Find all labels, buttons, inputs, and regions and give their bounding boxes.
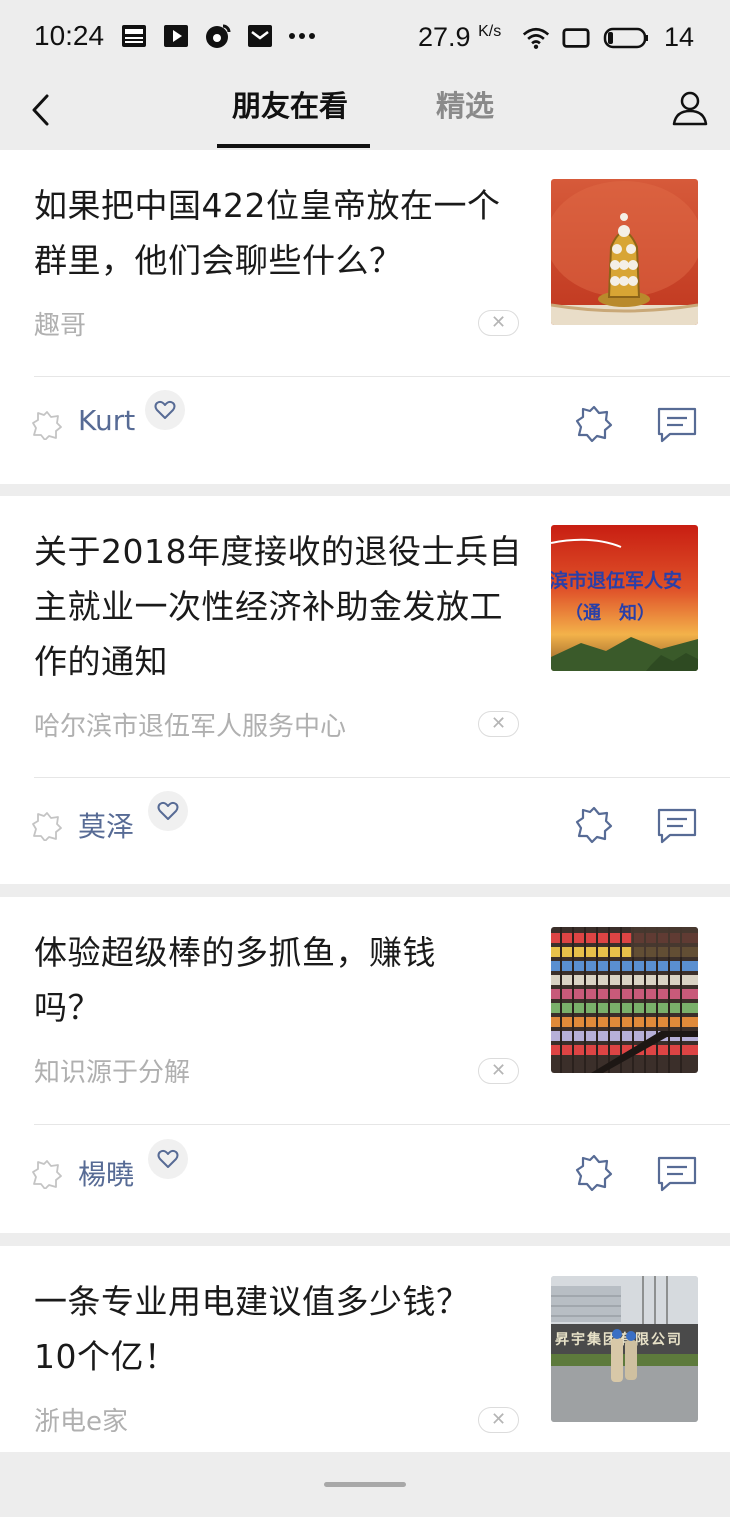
card-divider bbox=[34, 376, 730, 377]
close-icon: ✕ bbox=[490, 713, 507, 734]
friend-wow-icon bbox=[32, 1160, 62, 1189]
active-tab-indicator bbox=[217, 144, 370, 148]
video-play-icon bbox=[162, 22, 190, 50]
friend-row: 楊曉 bbox=[0, 1137, 730, 1217]
friend-name[interactable]: Kurt bbox=[78, 404, 135, 437]
friend-row: 莫泽 bbox=[0, 789, 730, 869]
notification-icons bbox=[120, 22, 316, 50]
article-title[interactable]: 关于2018年度接收的退役士兵自主就业一次性经济补助金发放工作的通知 bbox=[34, 524, 526, 689]
heart-icon bbox=[157, 801, 179, 820]
comment-button[interactable] bbox=[656, 1155, 698, 1193]
home-indicator[interactable] bbox=[324, 1482, 406, 1487]
article-thumbnail[interactable]: 昇宇集团有限公司 bbox=[551, 1276, 698, 1422]
card-divider bbox=[34, 777, 730, 778]
friend-name[interactable]: 莫泽 bbox=[78, 805, 134, 845]
article-thumbnail[interactable]: 滨市退伍军人安 （通 知） bbox=[551, 525, 698, 671]
friend-name[interactable]: 楊曉 bbox=[78, 1153, 134, 1193]
close-icon: ✕ bbox=[490, 1060, 507, 1081]
person-icon bbox=[672, 91, 708, 126]
profile-button[interactable] bbox=[668, 86, 712, 130]
article-card[interactable]: 关于2018年度接收的退役士兵自主就业一次性经济补助金发放工作的通知 哈尔滨市退… bbox=[0, 496, 730, 884]
top-nav: 朋友在看 精选 bbox=[0, 78, 730, 150]
network-speed-value: 27.9 bbox=[418, 22, 471, 52]
status-bar: 10:24 27.9 K/s 14 bbox=[0, 0, 730, 78]
weibo-icon bbox=[204, 22, 232, 50]
tab-featured[interactable]: 精选 bbox=[436, 86, 494, 130]
network-speed: 27.9 K/s bbox=[418, 22, 501, 53]
network-speed-unit: K/s bbox=[478, 23, 502, 40]
status-time: 10:24 bbox=[34, 20, 105, 51]
chevron-left-icon bbox=[32, 94, 49, 126]
friend-wow-icon bbox=[32, 812, 62, 841]
more-dots-icon bbox=[288, 22, 316, 50]
thumbnail-banner-text: 滨市退伍军人安 bbox=[551, 569, 682, 592]
screen-icon bbox=[562, 24, 590, 52]
dismiss-button[interactable]: ✕ bbox=[478, 1407, 519, 1433]
thumbnail-notice-text: （通 知） bbox=[565, 602, 655, 624]
battery-level: 14 bbox=[664, 22, 695, 52]
article-card[interactable]: 一条专业用电建议值多少钱？10个亿！ 浙电e家 ✕ 昇宇集团有限公司 bbox=[0, 1246, 730, 1452]
comment-button[interactable] bbox=[656, 807, 698, 845]
dismiss-button[interactable]: ✕ bbox=[478, 310, 519, 336]
article-source: 哈尔滨市退伍军人服务中心 bbox=[34, 712, 347, 742]
mail-icon bbox=[246, 22, 274, 50]
article-card[interactable]: 如果把中国422位皇帝放在一个群里，他们会聊些什么？ 趣哥 ✕ Kurt bbox=[0, 150, 730, 484]
article-title[interactable]: 如果把中国422位皇帝放在一个群里，他们会聊些什么？ bbox=[34, 178, 526, 288]
tab-friends-viewing[interactable]: 朋友在看 bbox=[232, 86, 348, 130]
article-source: 知识源于分解 bbox=[34, 1058, 191, 1088]
heart-badge bbox=[148, 791, 188, 831]
battery-icon bbox=[602, 24, 650, 52]
article-card[interactable]: 体验超级棒的多抓鱼，赚钱吗？ 知识源于分解 ✕ 楊曉 bbox=[0, 897, 730, 1233]
news-icon bbox=[120, 22, 148, 50]
wow-button[interactable] bbox=[574, 805, 614, 845]
dismiss-button[interactable]: ✕ bbox=[478, 1058, 519, 1084]
wow-button[interactable] bbox=[574, 1153, 614, 1193]
article-thumbnail[interactable] bbox=[551, 179, 698, 325]
close-icon: ✕ bbox=[490, 312, 507, 333]
heart-icon bbox=[154, 400, 176, 419]
article-source: 浙电e家 bbox=[34, 1407, 128, 1437]
dismiss-button[interactable]: ✕ bbox=[478, 711, 519, 737]
article-title[interactable]: 一条专业用电建议值多少钱？10个亿！ bbox=[34, 1274, 504, 1384]
article-title[interactable]: 体验超级棒的多抓鱼，赚钱吗？ bbox=[34, 925, 494, 1035]
friend-wow-icon bbox=[32, 411, 62, 440]
card-divider bbox=[34, 1124, 730, 1125]
wow-button[interactable] bbox=[574, 404, 614, 444]
close-icon: ✕ bbox=[490, 1409, 507, 1430]
article-source: 趣哥 bbox=[34, 311, 87, 341]
system-icons: 14 bbox=[522, 22, 694, 53]
heart-icon bbox=[157, 1149, 179, 1168]
comment-button[interactable] bbox=[656, 406, 698, 444]
heart-badge bbox=[148, 1139, 188, 1179]
back-button[interactable] bbox=[20, 86, 60, 134]
friend-row: Kurt bbox=[0, 388, 730, 468]
article-thumbnail[interactable] bbox=[551, 927, 698, 1073]
wifi-icon bbox=[522, 24, 550, 52]
heart-badge bbox=[145, 390, 185, 430]
